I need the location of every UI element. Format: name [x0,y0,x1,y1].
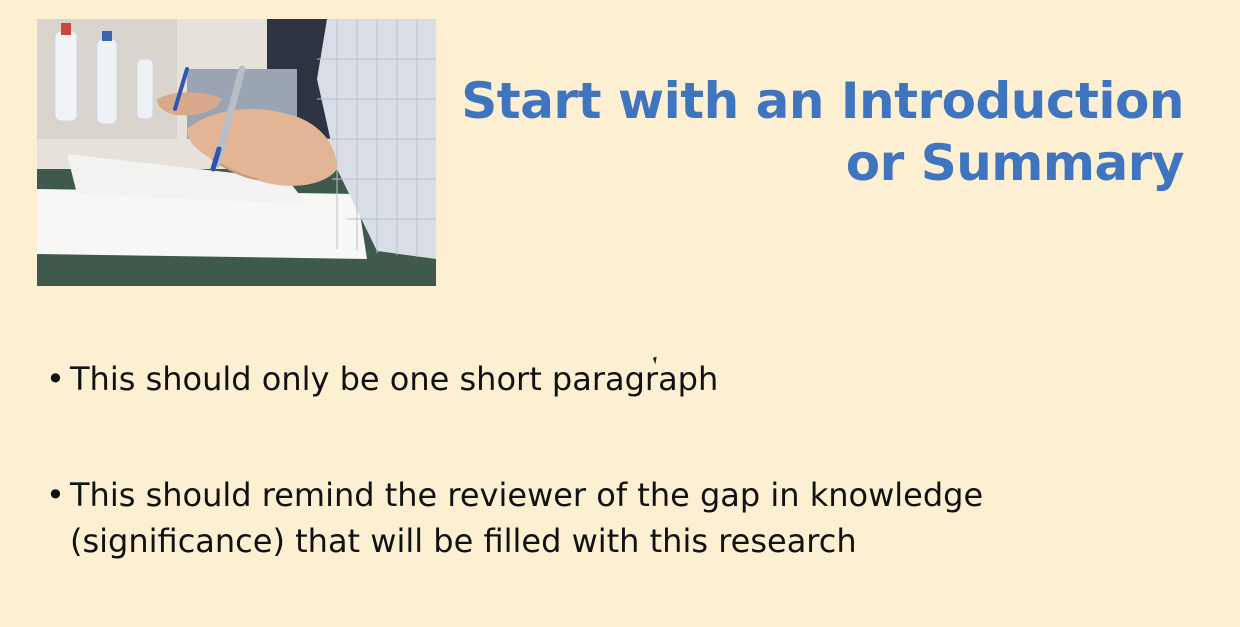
bullet-icon: • [46,476,65,514]
writing-photo-icon [37,19,436,286]
slide: Start with an Introduction or Summary • … [0,0,1240,627]
photo-people-writing [37,19,436,286]
bullet-text: This should remind the reviewer of the g… [70,476,984,560]
bullet-list: • This should only be one short paragrap… [46,356,1146,564]
bullet-icon: • [46,360,65,398]
bullet-item: • This should only be one short paragrap… [46,356,1146,402]
bullet-item: • This should remind the reviewer of the… [46,472,1146,564]
slide-title-line-1: Start with an Introduction [461,72,1184,130]
slide-title-line-2: or Summary [845,134,1185,192]
bullet-text: This should only be one short paragraph [70,360,719,398]
slide-title: Start with an Introduction or Summary [424,70,1184,194]
